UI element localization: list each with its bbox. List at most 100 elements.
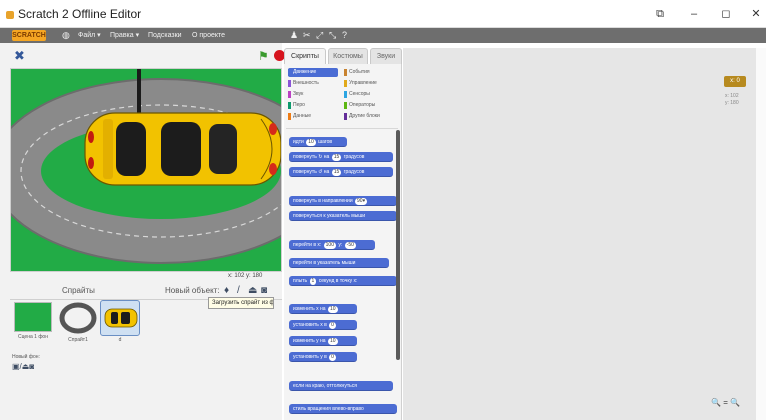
category-events[interactable]: События xyxy=(344,68,398,77)
green-flag-icon[interactable]: ⚑ xyxy=(258,49,269,63)
block-text: если на краю, оттолкнуться xyxy=(293,383,357,389)
block-go-to-xy[interactable]: перейти в x: 100 y: -50 xyxy=(289,240,375,250)
sprite-thumb-track-label: Спрайт1 xyxy=(68,337,88,343)
grow-icon[interactable]: ⤢ xyxy=(316,29,323,41)
category-operators[interactable]: Операторы xyxy=(344,101,398,110)
block-turn-right[interactable]: повернуть ↻ на 15 градусов xyxy=(289,152,393,162)
block-text: плыть xyxy=(293,278,308,284)
category-more-blocks[interactable]: Другие блоки xyxy=(344,112,398,121)
delete-icon[interactable]: ✂ xyxy=(303,29,311,41)
block-set-x[interactable]: установить x в 0 xyxy=(289,320,357,330)
upload-sprite-tooltip: Загрузить спрайт из файла xyxy=(208,297,274,309)
block-point-towards[interactable]: повернуться к указатель мыши xyxy=(289,211,397,221)
category-pen[interactable]: Перо xyxy=(288,101,338,110)
stage-canvas xyxy=(11,69,281,271)
block-slot[interactable]: -50 xyxy=(344,242,356,249)
tab-scripts[interactable]: Скрипты xyxy=(284,48,326,64)
block-rotation-style[interactable]: стиль вращения влево-вправо xyxy=(289,404,397,414)
zoom-in-icon[interactable]: 🔍 xyxy=(730,398,740,407)
block-slot[interactable]: 15 xyxy=(331,169,342,176)
category-sensing[interactable]: Сенсоры xyxy=(344,90,398,99)
block-bounce[interactable]: если на краю, оттолкнуться xyxy=(289,381,393,391)
category-label: Операторы xyxy=(349,102,376,108)
restore-icon[interactable]: ⧉ xyxy=(652,8,668,20)
block-slot[interactable]: 100 xyxy=(323,242,336,249)
block-slot[interactable]: 15 xyxy=(331,154,342,161)
sprite-thumb-track[interactable] xyxy=(58,300,98,336)
category-color-bar xyxy=(344,69,347,76)
scratch-logo[interactable]: SCRATCH xyxy=(12,30,46,41)
stage-thumbnail-label: Сцена 1 фон xyxy=(18,334,48,340)
block-change-y[interactable]: изменить y на 10 xyxy=(289,336,357,346)
sprite-thumb-car-label: d xyxy=(118,337,122,343)
window-titlebar: Scratch 2 Offline Editor ⧉ – ◻ ✕ xyxy=(0,0,766,28)
category-color-bar xyxy=(288,69,291,76)
category-label: Другие блоки xyxy=(349,113,380,119)
stage[interactable] xyxy=(10,68,282,272)
tab-costumes[interactable]: Костюмы xyxy=(328,48,368,64)
block-move[interactable]: идти 10 шагов xyxy=(289,137,347,147)
block-turn-left[interactable]: повернуть ↺ на 15 градусов xyxy=(289,167,393,177)
block-text: указатель мыши xyxy=(317,260,356,266)
block-slot[interactable]: 10 xyxy=(306,139,316,146)
zoom-out-icon[interactable]: 🔍 xyxy=(711,398,721,407)
car-thumbnail-icon xyxy=(104,308,138,328)
sprite-y-readout: y: 180 xyxy=(725,100,739,106)
block-set-y[interactable]: установить y в 0 xyxy=(289,352,357,362)
block-text: y: xyxy=(338,242,343,248)
close-button[interactable]: ✕ xyxy=(748,8,764,20)
block-point-direction[interactable]: повернуть в направлении 90▾ xyxy=(289,196,397,206)
globe-icon[interactable]: ◍ xyxy=(62,29,70,41)
category-sound[interactable]: Звук xyxy=(288,90,338,99)
category-motion[interactable]: Движение xyxy=(288,68,338,77)
block-text: повернуть ↻ на xyxy=(293,154,330,160)
category-color-bar xyxy=(344,102,347,109)
minimize-button[interactable]: – xyxy=(686,8,702,20)
block-change-x[interactable]: изменить x на 10 xyxy=(289,304,357,314)
zoom-reset-icon[interactable]: = xyxy=(723,398,728,407)
camera-icon[interactable]: ◙ xyxy=(261,285,267,296)
duplicate-icon[interactable]: ♟ xyxy=(290,29,298,41)
paint-sprite-icon[interactable]: / xyxy=(237,285,240,296)
category-data[interactable]: Данные xyxy=(288,112,338,121)
palette-scrollbar[interactable] xyxy=(396,130,400,360)
category-control[interactable]: Управление xyxy=(344,79,398,88)
maximize-button[interactable]: ◻ xyxy=(718,8,734,20)
help-icon[interactable]: ? xyxy=(342,29,347,41)
sprite-thumb-car[interactable] xyxy=(100,300,140,336)
block-glide[interactable]: плыть 1 секунд в точку x: xyxy=(289,276,397,286)
tab-sounds[interactable]: Звуки xyxy=(370,48,402,64)
block-slot[interactable]: 10 xyxy=(327,306,338,313)
sprite-position-badge: x: 0 xyxy=(724,76,746,87)
stage-thumbnail[interactable] xyxy=(14,302,52,332)
choose-sprite-icon[interactable]: ♦ xyxy=(224,285,229,296)
upload-sprite-icon[interactable]: ⏏ xyxy=(248,285,257,296)
block-go-to[interactable]: перейти в указатель мыши xyxy=(289,258,389,268)
block-text: изменить x на xyxy=(293,306,326,312)
block-slot[interactable]: 0 xyxy=(329,322,336,329)
block-text: установить y в xyxy=(293,354,327,360)
block-slot[interactable]: 1 xyxy=(309,278,317,285)
block-slot[interactable]: 10 xyxy=(327,338,338,345)
presentation-mode-icon[interactable]: ✖ xyxy=(14,48,25,64)
category-color-bar xyxy=(288,102,291,109)
block-slot[interactable]: 90▾ xyxy=(355,198,368,205)
car-sprite[interactable] xyxy=(84,112,281,186)
category-looks[interactable]: Внешность xyxy=(288,79,338,88)
block-slot[interactable]: 0 xyxy=(329,354,336,361)
category-label: Управление xyxy=(349,80,377,86)
block-text: перейти в xyxy=(293,260,316,266)
stage-header: ✖ ⚑ xyxy=(10,46,285,66)
block-text: влево-вправо xyxy=(332,406,364,412)
category-color-bar xyxy=(344,80,347,87)
menu-edit[interactable]: Правка ▾ xyxy=(110,30,139,41)
menu-file[interactable]: Файл ▾ xyxy=(78,30,101,41)
scripts-area[interactable]: x: 0 x: 102 y: 180 🔍 = 🔍 xyxy=(403,48,756,420)
shrink-icon[interactable]: ⤡ xyxy=(329,29,336,41)
menu-about[interactable]: О проекте xyxy=(192,30,225,41)
new-sprite-label: Новый объект: xyxy=(165,286,220,295)
new-backdrop-tools[interactable]: ▣/⏏◙ xyxy=(12,362,34,371)
category-color-bar xyxy=(344,113,347,120)
menu-tips[interactable]: Подсказки xyxy=(148,30,182,41)
block-text: перейти в x: xyxy=(293,242,322,248)
